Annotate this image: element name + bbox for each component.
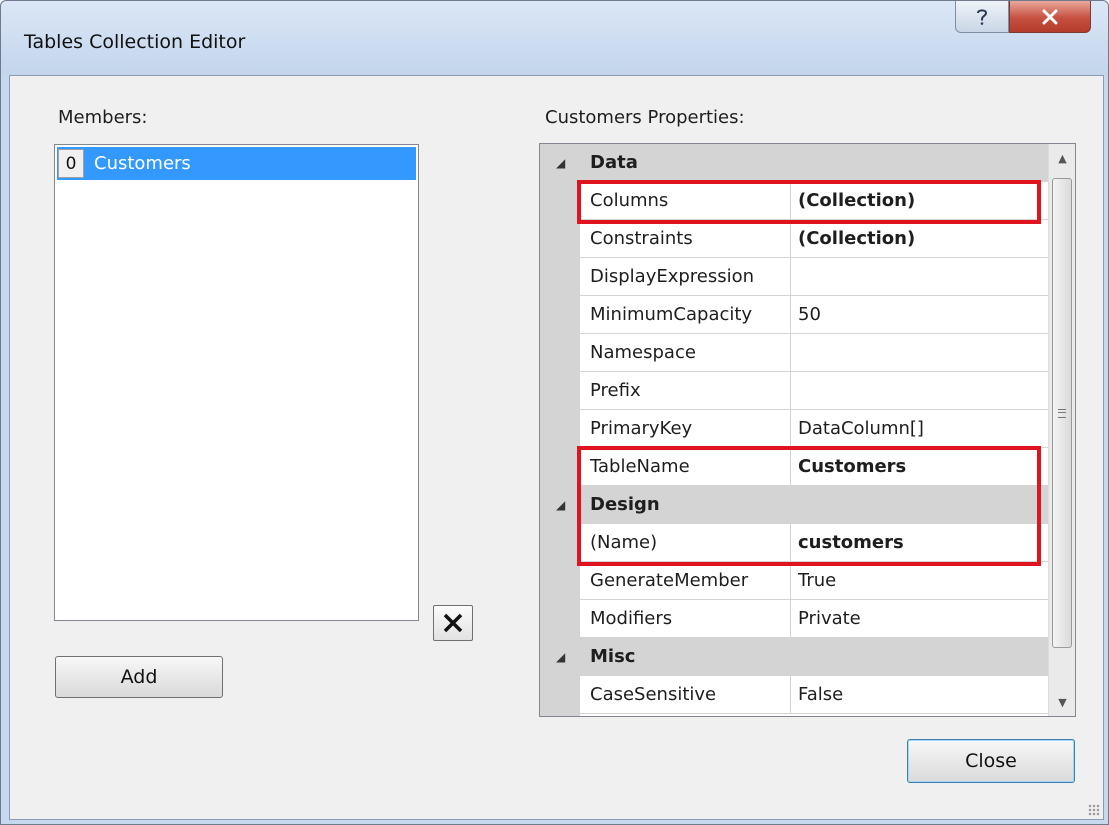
category-misc[interactable]: ◢ Misc [540, 638, 1048, 676]
grip-icon [1058, 408, 1066, 418]
property-row-name[interactable]: (Name) customers [540, 524, 1048, 562]
property-name: MinimumCapacity [580, 296, 791, 334]
property-name: Modifiers [580, 600, 791, 638]
property-row-constraints[interactable]: Constraints (Collection) [540, 220, 1048, 258]
property-value[interactable]: (Collection) [791, 220, 1048, 258]
category-name: Misc [590, 646, 636, 667]
help-button[interactable] [955, 1, 1009, 33]
property-name: TableName [580, 448, 791, 486]
delete-x-icon [443, 613, 463, 633]
property-row-casesensitive[interactable]: CaseSensitive False [540, 676, 1048, 714]
property-row-columns[interactable]: Columns (Collection) [540, 182, 1048, 220]
property-row-tablename[interactable]: TableName Customers [540, 448, 1048, 486]
scroll-up-arrow-icon[interactable]: ▲ [1049, 144, 1075, 172]
collapse-arrow-icon[interactable]: ◢ [556, 650, 565, 664]
property-value[interactable]: DataColumn[] [791, 410, 1048, 448]
property-name: Columns [580, 182, 791, 220]
property-row-namespace[interactable]: Namespace [540, 334, 1048, 372]
category-name: Design [590, 494, 660, 515]
close-x-icon [1042, 9, 1058, 24]
property-value[interactable] [791, 334, 1048, 372]
property-grid-rows: ◢ Data Columns (Collection) Constraints … [540, 144, 1048, 716]
members-list[interactable]: 0 Customers [54, 144, 419, 621]
remove-member-button[interactable] [433, 605, 473, 641]
property-name: DisplayExpression [580, 258, 791, 296]
property-value[interactable]: (Collection) [791, 182, 1048, 220]
property-name: Constraints [580, 220, 791, 258]
property-row-modifiers[interactable]: Modifiers Private [540, 600, 1048, 638]
properties-label: Customers Properties: [545, 107, 745, 128]
tables-collection-editor-window: Tables Collection Editor Members: 0 Cust… [0, 0, 1109, 825]
window-title: Tables Collection Editor [24, 31, 246, 53]
resize-grip-icon[interactable] [1088, 804, 1100, 816]
scroll-down-arrow-icon[interactable]: ▼ [1049, 688, 1075, 716]
property-value[interactable]: customers [791, 524, 1048, 562]
category-name: Data [590, 152, 638, 173]
category-data[interactable]: ◢ Data [540, 144, 1048, 182]
property-name: GenerateMember [580, 562, 791, 600]
title-bar: Tables Collection Editor [1, 1, 1108, 75]
property-row-primarykey[interactable]: PrimaryKey DataColumn[] [540, 410, 1048, 448]
property-value[interactable]: True [791, 562, 1048, 600]
property-grid-scrollbar[interactable]: ▲ ▼ [1048, 144, 1075, 716]
property-name: Prefix [580, 372, 791, 410]
question-mark-icon [977, 8, 988, 25]
collapse-arrow-icon[interactable]: ◢ [556, 498, 565, 512]
property-value[interactable]: Customers [791, 448, 1048, 486]
close-button[interactable]: Close [907, 739, 1075, 783]
property-value[interactable] [791, 258, 1048, 296]
window-close-button[interactable] [1009, 1, 1091, 33]
category-design[interactable]: ◢ Design [540, 486, 1048, 524]
members-label-text: Members: [58, 107, 148, 128]
property-name: (Name) [580, 524, 791, 562]
collapse-arrow-icon[interactable]: ◢ [556, 156, 565, 170]
member-index: 0 [58, 149, 84, 178]
member-name: Customers [94, 153, 191, 174]
property-name: Namespace [580, 334, 791, 372]
add-button[interactable]: Add [55, 656, 223, 698]
property-value[interactable]: 50 [791, 296, 1048, 334]
dialog-client-area: Members: 0 Customers Add Customers Prope… [9, 75, 1104, 820]
property-grid[interactable]: ◢ Data Columns (Collection) Constraints … [539, 143, 1076, 717]
property-row-displayexpression[interactable]: DisplayExpression [540, 258, 1048, 296]
property-value[interactable] [791, 372, 1048, 410]
property-value[interactable]: Private [791, 600, 1048, 638]
property-name: CaseSensitive [580, 676, 791, 714]
property-name: PrimaryKey [580, 410, 791, 448]
members-label: Members: [58, 107, 147, 128]
property-row-minimumcapacity[interactable]: MinimumCapacity 50 [540, 296, 1048, 334]
property-row-prefix[interactable]: Prefix [540, 372, 1048, 410]
scroll-thumb[interactable] [1052, 178, 1072, 648]
property-row-generatemember[interactable]: GenerateMember True [540, 562, 1048, 600]
property-value[interactable]: False [791, 676, 1048, 714]
member-item-customers[interactable]: 0 Customers [57, 147, 416, 180]
